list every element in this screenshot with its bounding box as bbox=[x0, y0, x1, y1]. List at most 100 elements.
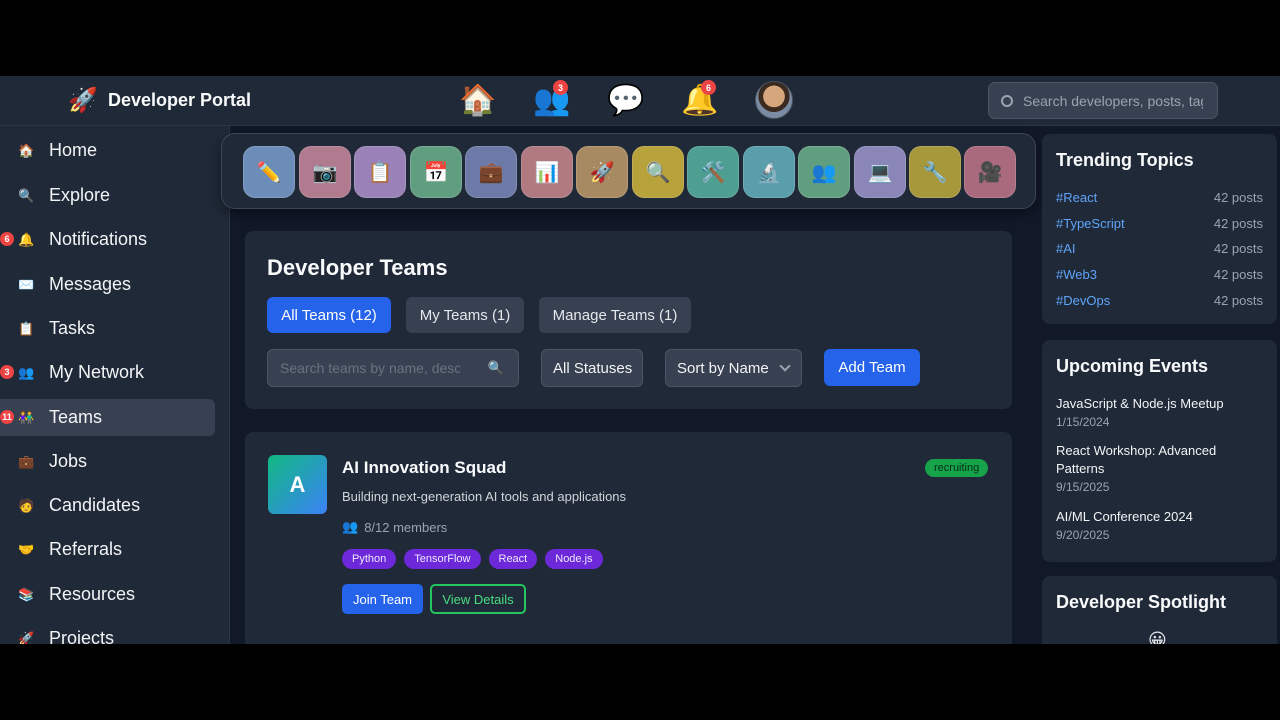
network-badge: 3 bbox=[553, 80, 568, 95]
event-item[interactable]: React Workshop: Advanced Patterns 9/15/2… bbox=[1056, 442, 1256, 496]
sidebar-item-notifications[interactable]: 6 🔔 Notifications bbox=[0, 221, 215, 258]
notifications-badge: 6 bbox=[701, 80, 716, 95]
sidebar-item-label: Teams bbox=[49, 407, 103, 427]
quick-photo-button[interactable]: 📷 bbox=[299, 146, 351, 198]
nav-notifications[interactable]: 🔔 6 bbox=[678, 80, 722, 120]
topic-count: 42 posts bbox=[1213, 216, 1263, 231]
event-date: 9/15/2025 bbox=[1056, 480, 1110, 494]
tab-manage-teams[interactable]: Manage Teams (1) bbox=[539, 297, 691, 333]
quick-jobs-button[interactable]: 💼 bbox=[465, 146, 517, 198]
trending-topic[interactable]: #React 42 posts bbox=[1056, 190, 1263, 205]
tab-my-teams[interactable]: My Teams (1) bbox=[406, 297, 524, 333]
status-badge: recruiting bbox=[925, 459, 989, 477]
network-count-badge: 3 bbox=[0, 365, 14, 379]
topic-tag: #Web3 bbox=[1056, 267, 1097, 282]
team-name[interactable]: AI Innovation Squad bbox=[342, 458, 506, 478]
camera-icon: 📷 bbox=[312, 161, 338, 184]
team-description: Building next-generation AI tools and ap… bbox=[342, 489, 627, 504]
topic-count: 42 posts bbox=[1213, 293, 1263, 308]
quick-research-button[interactable]: 🔬 bbox=[743, 146, 795, 198]
bar-chart-icon: 📊 bbox=[534, 161, 560, 184]
quick-settings-button[interactable]: 🔧 bbox=[909, 146, 961, 198]
trending-title: Trending Topics bbox=[1056, 150, 1194, 170]
quick-analytics-button[interactable]: 📊 bbox=[521, 146, 573, 198]
team-avatar: A bbox=[268, 455, 327, 514]
clipboard-icon: 📋 bbox=[367, 161, 393, 184]
handshake-icon: 🤝 bbox=[18, 541, 35, 557]
sidebar-item-resources[interactable]: 📚 Resources bbox=[0, 576, 215, 613]
sidebar-item-referrals[interactable]: 🤝 Referrals bbox=[0, 531, 215, 568]
tab-all-teams[interactable]: All Teams (12) bbox=[267, 297, 391, 333]
envelope-icon: ✉️ bbox=[18, 276, 35, 292]
event-date: 1/15/2024 bbox=[1056, 415, 1110, 429]
global-search-input[interactable] bbox=[1023, 92, 1203, 109]
quick-teams-button[interactable]: 👥 bbox=[798, 146, 850, 198]
sidebar-item-teams[interactable]: 11 👫 Teams bbox=[0, 399, 215, 436]
trending-topic[interactable]: #DevOps 42 posts bbox=[1056, 293, 1263, 308]
quick-code-button[interactable]: 💻 bbox=[854, 146, 906, 198]
sidebar-item-label: Messages bbox=[49, 274, 132, 294]
tools-icon: 🛠️ bbox=[700, 161, 726, 184]
nav-home[interactable]: 🏠 bbox=[456, 80, 500, 120]
quick-edit-button[interactable]: ✏️ bbox=[243, 146, 295, 198]
trending-topic[interactable]: #Web3 42 posts bbox=[1056, 267, 1263, 282]
members-count: 8/12 members bbox=[364, 519, 448, 535]
messages-icon: 💬 bbox=[607, 83, 645, 117]
quick-tasks-button[interactable]: 📋 bbox=[354, 146, 406, 198]
team-search-input[interactable] bbox=[280, 360, 460, 376]
sidebar-item-label: My Network bbox=[49, 362, 145, 382]
sidebar-item-label: Home bbox=[49, 140, 98, 160]
topic-tag: #React bbox=[1056, 190, 1098, 205]
topic-tag: #AI bbox=[1056, 241, 1076, 256]
nav-messages[interactable]: 💬 bbox=[604, 80, 648, 120]
trending-topic[interactable]: #AI 42 posts bbox=[1056, 241, 1263, 256]
quick-video-button[interactable]: 🎥 bbox=[964, 146, 1016, 198]
sidebar-item-my-network[interactable]: 3 👥 My Network bbox=[0, 354, 215, 391]
team-search[interactable]: 🔍 bbox=[267, 349, 519, 387]
tag: Python bbox=[342, 549, 397, 569]
team-tags: Python TensorFlow React Node.js bbox=[342, 549, 603, 569]
people-icon: 👥 bbox=[18, 364, 35, 380]
quick-projects-button[interactable]: 🚀 bbox=[576, 146, 628, 198]
sidebar-item-candidates[interactable]: 🧑 Candidates bbox=[0, 487, 215, 524]
sidebar-item-home[interactable]: 🏠 Home bbox=[0, 132, 215, 169]
status-filter-select[interactable]: All Statuses bbox=[541, 349, 643, 387]
global-search[interactable] bbox=[988, 82, 1218, 119]
sort-select[interactable]: Sort by Name bbox=[665, 349, 802, 387]
quick-search-button[interactable]: 🔍 bbox=[632, 146, 684, 198]
spotlight-title: Developer Spotlight bbox=[1056, 592, 1227, 612]
quick-calendar-button[interactable]: 📅 bbox=[410, 146, 462, 198]
event-item[interactable]: AI/ML Conference 2024 9/20/2025 bbox=[1056, 508, 1256, 544]
brand[interactable]: 🚀 Developer Portal bbox=[68, 86, 251, 115]
trending-topic[interactable]: #TypeScript 42 posts bbox=[1056, 216, 1263, 231]
quick-tools-button[interactable]: 🛠️ bbox=[687, 146, 739, 198]
sidebar-item-label: Candidates bbox=[49, 495, 141, 515]
magnifier-icon: 🔍 bbox=[18, 187, 35, 203]
home-icon: 🏠 bbox=[18, 142, 35, 158]
team-members: 👥 8/12 members bbox=[342, 519, 447, 535]
microscope-icon: 🔬 bbox=[756, 161, 782, 184]
event-title: React Workshop: Advanced Patterns bbox=[1056, 443, 1217, 476]
pencil-icon: ✏️ bbox=[256, 161, 282, 184]
topic-count: 42 posts bbox=[1213, 241, 1263, 256]
sidebar-item-projects[interactable]: 🚀 Projects bbox=[0, 620, 215, 644]
nav-network[interactable]: 👥 3 bbox=[530, 80, 574, 120]
sidebar-item-jobs[interactable]: 💼 Jobs bbox=[0, 443, 215, 480]
event-item[interactable]: JavaScript & Node.js Meetup 1/15/2024 bbox=[1056, 395, 1256, 431]
top-navbar: 🚀 Developer Portal 🏠 👥 3 💬 🔔 6 bbox=[0, 76, 1280, 126]
quick-actions-toolbar: ✏️ 📷 📋 📅 💼 📊 🚀 🔍 🛠️ 🔬 👥 💻 🔧 🎥 bbox=[221, 133, 1036, 209]
tag: Node.js bbox=[545, 549, 603, 569]
sidebar-item-tasks[interactable]: 📋 Tasks bbox=[0, 310, 215, 347]
calendar-icon: 📅 bbox=[423, 161, 449, 184]
upcoming-events-card: Upcoming Events JavaScript & Node.js Mee… bbox=[1042, 340, 1277, 562]
app-window: 🚀 Developer Portal 🏠 👥 3 💬 🔔 6 Search de… bbox=[0, 76, 1280, 644]
sidebar-item-messages[interactable]: ✉️ Messages bbox=[0, 266, 215, 303]
join-team-button[interactable]: Join Team bbox=[342, 584, 423, 614]
chevron-down-icon bbox=[779, 360, 791, 372]
sidebar-item-label: Jobs bbox=[49, 451, 88, 471]
add-team-button[interactable]: Add Team bbox=[824, 349, 920, 386]
view-details-button[interactable]: View Details bbox=[430, 584, 526, 614]
nav-profile[interactable] bbox=[752, 80, 796, 120]
sidebar-item-explore[interactable]: 🔍 Explore bbox=[0, 177, 215, 214]
video-camera-icon: 🎥 bbox=[977, 161, 1003, 184]
